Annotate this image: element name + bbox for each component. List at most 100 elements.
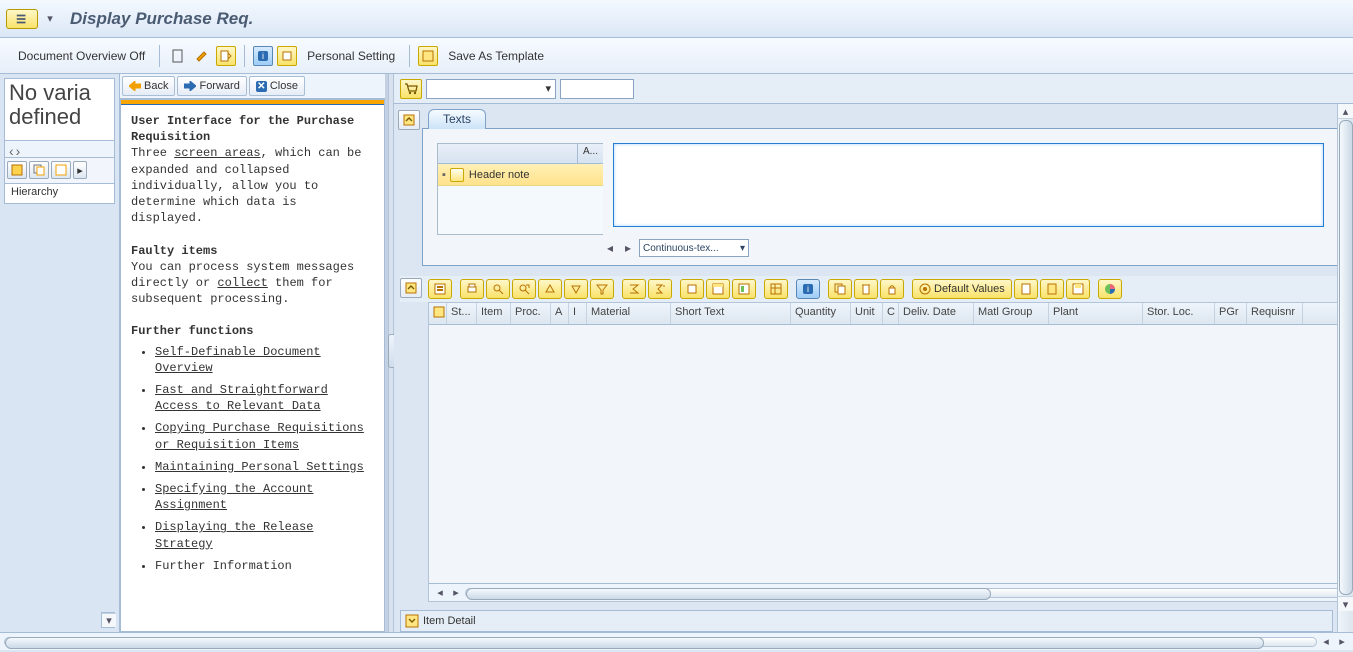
grid-collapse-icon[interactable]: [400, 278, 422, 298]
grid-body[interactable]: [429, 325, 1346, 583]
scroll-right-icon[interactable]: ›: [16, 143, 21, 155]
variant-vscroll[interactable]: ▴ ▾: [101, 612, 115, 628]
chart-icon[interactable]: [1098, 279, 1122, 299]
content-vscroll[interactable]: ▴ ▾: [1337, 104, 1353, 632]
subtotal-icon[interactable]: [648, 279, 672, 299]
bottom-hscroll[interactable]: ◂ ▸: [0, 632, 1353, 650]
export-icon[interactable]: [680, 279, 704, 299]
menu-icon[interactable]: [6, 9, 38, 29]
personal-setting-button[interactable]: Personal Setting: [301, 47, 401, 65]
note-text-editor[interactable]: [613, 143, 1324, 227]
scroll-left-icon[interactable]: ◂: [603, 241, 617, 255]
info-icon[interactable]: i: [796, 279, 820, 299]
create-icon[interactable]: [168, 46, 188, 66]
doc-overview-off-button[interactable]: Document Overview Off: [12, 47, 151, 65]
save-as-template-button[interactable]: Save As Template: [442, 47, 550, 65]
hierarchy-tab[interactable]: Hierarchy: [4, 184, 115, 204]
col-pgr[interactable]: PGr: [1215, 303, 1247, 324]
scroll-up-icon[interactable]: ▴: [1338, 104, 1353, 119]
col-material[interactable]: Material: [587, 303, 671, 324]
copy-item-icon[interactable]: [828, 279, 852, 299]
col-matl-group[interactable]: Matl Group: [974, 303, 1049, 324]
forward-button[interactable]: Forward: [177, 76, 246, 96]
pr-type-select[interactable]: ▾: [426, 79, 556, 99]
other-pr-icon[interactable]: [216, 46, 236, 66]
more-icon[interactable]: ▸: [73, 161, 87, 179]
select-layout-list-icon[interactable]: [732, 279, 756, 299]
scroll-right-icon[interactable]: ▸: [1335, 635, 1349, 648]
hscroll-thumb[interactable]: [5, 637, 1264, 649]
change-layout-icon[interactable]: [706, 279, 730, 299]
col-acct[interactable]: A: [551, 303, 569, 324]
text-format-select[interactable]: Continuous-tex...▾: [639, 239, 749, 257]
col-item-cat[interactable]: I: [569, 303, 587, 324]
note-type-list[interactable]: A... ▪ Header note: [437, 143, 603, 235]
delete-item-icon[interactable]: [854, 279, 878, 299]
scroll-left-icon[interactable]: ◂: [1319, 635, 1333, 648]
col-date-cat[interactable]: C: [883, 303, 899, 324]
col-quantity[interactable]: Quantity: [791, 303, 851, 324]
personal-setting-icon[interactable]: [277, 46, 297, 66]
scroll-right-icon[interactable]: ▸: [449, 586, 463, 599]
help-bullet[interactable]: Displaying the Release Strategy: [155, 520, 313, 550]
print-icon[interactable]: [460, 279, 484, 299]
col-proc[interactable]: Proc.: [511, 303, 551, 324]
dropdown-icon[interactable]: ▾: [42, 9, 58, 29]
help-bullet[interactable]: Copying Purchase Requisitions or Requisi…: [155, 421, 364, 451]
grid-hscroll[interactable]: ◂ ▸: [429, 583, 1346, 601]
col-status[interactable]: St...: [447, 303, 477, 324]
help-bullet[interactable]: Specifying the Account Assignment: [155, 482, 313, 512]
help-bullet[interactable]: Self-Definable Document Overview: [155, 345, 321, 375]
grid-toggle-icon[interactable]: [764, 279, 788, 299]
services-icon[interactable]: [1040, 279, 1064, 299]
default-values-button[interactable]: Default Values: [912, 279, 1012, 299]
close-button[interactable]: ✕ Close: [249, 76, 305, 96]
find-icon[interactable]: [486, 279, 510, 299]
help-bullet[interactable]: Further Information: [155, 559, 292, 573]
save-disk-icon[interactable]: [1066, 279, 1090, 299]
col-stor-loc[interactable]: Stor. Loc.: [1143, 303, 1215, 324]
help-bullet[interactable]: Fast and Straightforward Access to Relev…: [155, 383, 328, 413]
detail-icon[interactable]: [428, 279, 452, 299]
header-collapse-icon[interactable]: [398, 110, 420, 130]
paste-icon[interactable]: [51, 161, 71, 179]
col-deliv-date[interactable]: Deliv. Date: [899, 303, 974, 324]
tab-texts[interactable]: Texts: [428, 109, 486, 129]
help-text-body[interactable]: User Interface for the Purchase Requisit…: [120, 99, 385, 632]
scroll-down-icon[interactable]: ▾: [1338, 596, 1353, 611]
vscroll-thumb[interactable]: [1339, 120, 1353, 595]
variant-hscroll[interactable]: ‹ ›: [4, 140, 115, 158]
pr-number-input[interactable]: [560, 79, 634, 99]
sum-icon[interactable]: [622, 279, 646, 299]
col-plant[interactable]: Plant: [1049, 303, 1143, 324]
filter-icon[interactable]: [590, 279, 614, 299]
hscroll-thumb[interactable]: [466, 588, 991, 600]
help-link-screen-areas[interactable]: screen areas: [174, 146, 260, 160]
back-button[interactable]: Back: [122, 76, 175, 96]
help-bullet[interactable]: Maintaining Personal Settings: [155, 460, 364, 474]
copy-icon[interactable]: [29, 161, 49, 179]
find-next-icon[interactable]: [512, 279, 536, 299]
help-icon[interactable]: i: [253, 46, 273, 66]
scroll-right-icon[interactable]: ▸: [621, 241, 635, 255]
help-link-collect[interactable]: collect: [217, 276, 267, 290]
item-detail-bar[interactable]: Item Detail: [400, 610, 1333, 632]
note-row-header-note[interactable]: ▪ Header note: [438, 164, 603, 186]
item-grid[interactable]: St... Item Proc. A I Material Short Text…: [428, 302, 1347, 602]
scroll-down-icon[interactable]: ▾: [102, 613, 116, 627]
lock-item-icon[interactable]: [880, 279, 904, 299]
sort-desc-icon[interactable]: [564, 279, 588, 299]
scroll-left-icon[interactable]: ◂: [433, 586, 447, 599]
col-short-text[interactable]: Short Text: [671, 303, 791, 324]
col-requisnr[interactable]: Requisnr: [1247, 303, 1303, 324]
expand-detail-icon[interactable]: [405, 614, 419, 628]
col-item[interactable]: Item: [477, 303, 511, 324]
save-template-icon[interactable]: [418, 46, 438, 66]
attachments-icon[interactable]: [1014, 279, 1038, 299]
col-unit[interactable]: Unit: [851, 303, 883, 324]
cart-icon[interactable]: [400, 79, 422, 99]
scroll-left-icon[interactable]: ‹: [9, 143, 14, 155]
select-layout-icon[interactable]: [7, 161, 27, 179]
sort-asc-icon[interactable]: [538, 279, 562, 299]
edit-icon[interactable]: [192, 46, 212, 66]
